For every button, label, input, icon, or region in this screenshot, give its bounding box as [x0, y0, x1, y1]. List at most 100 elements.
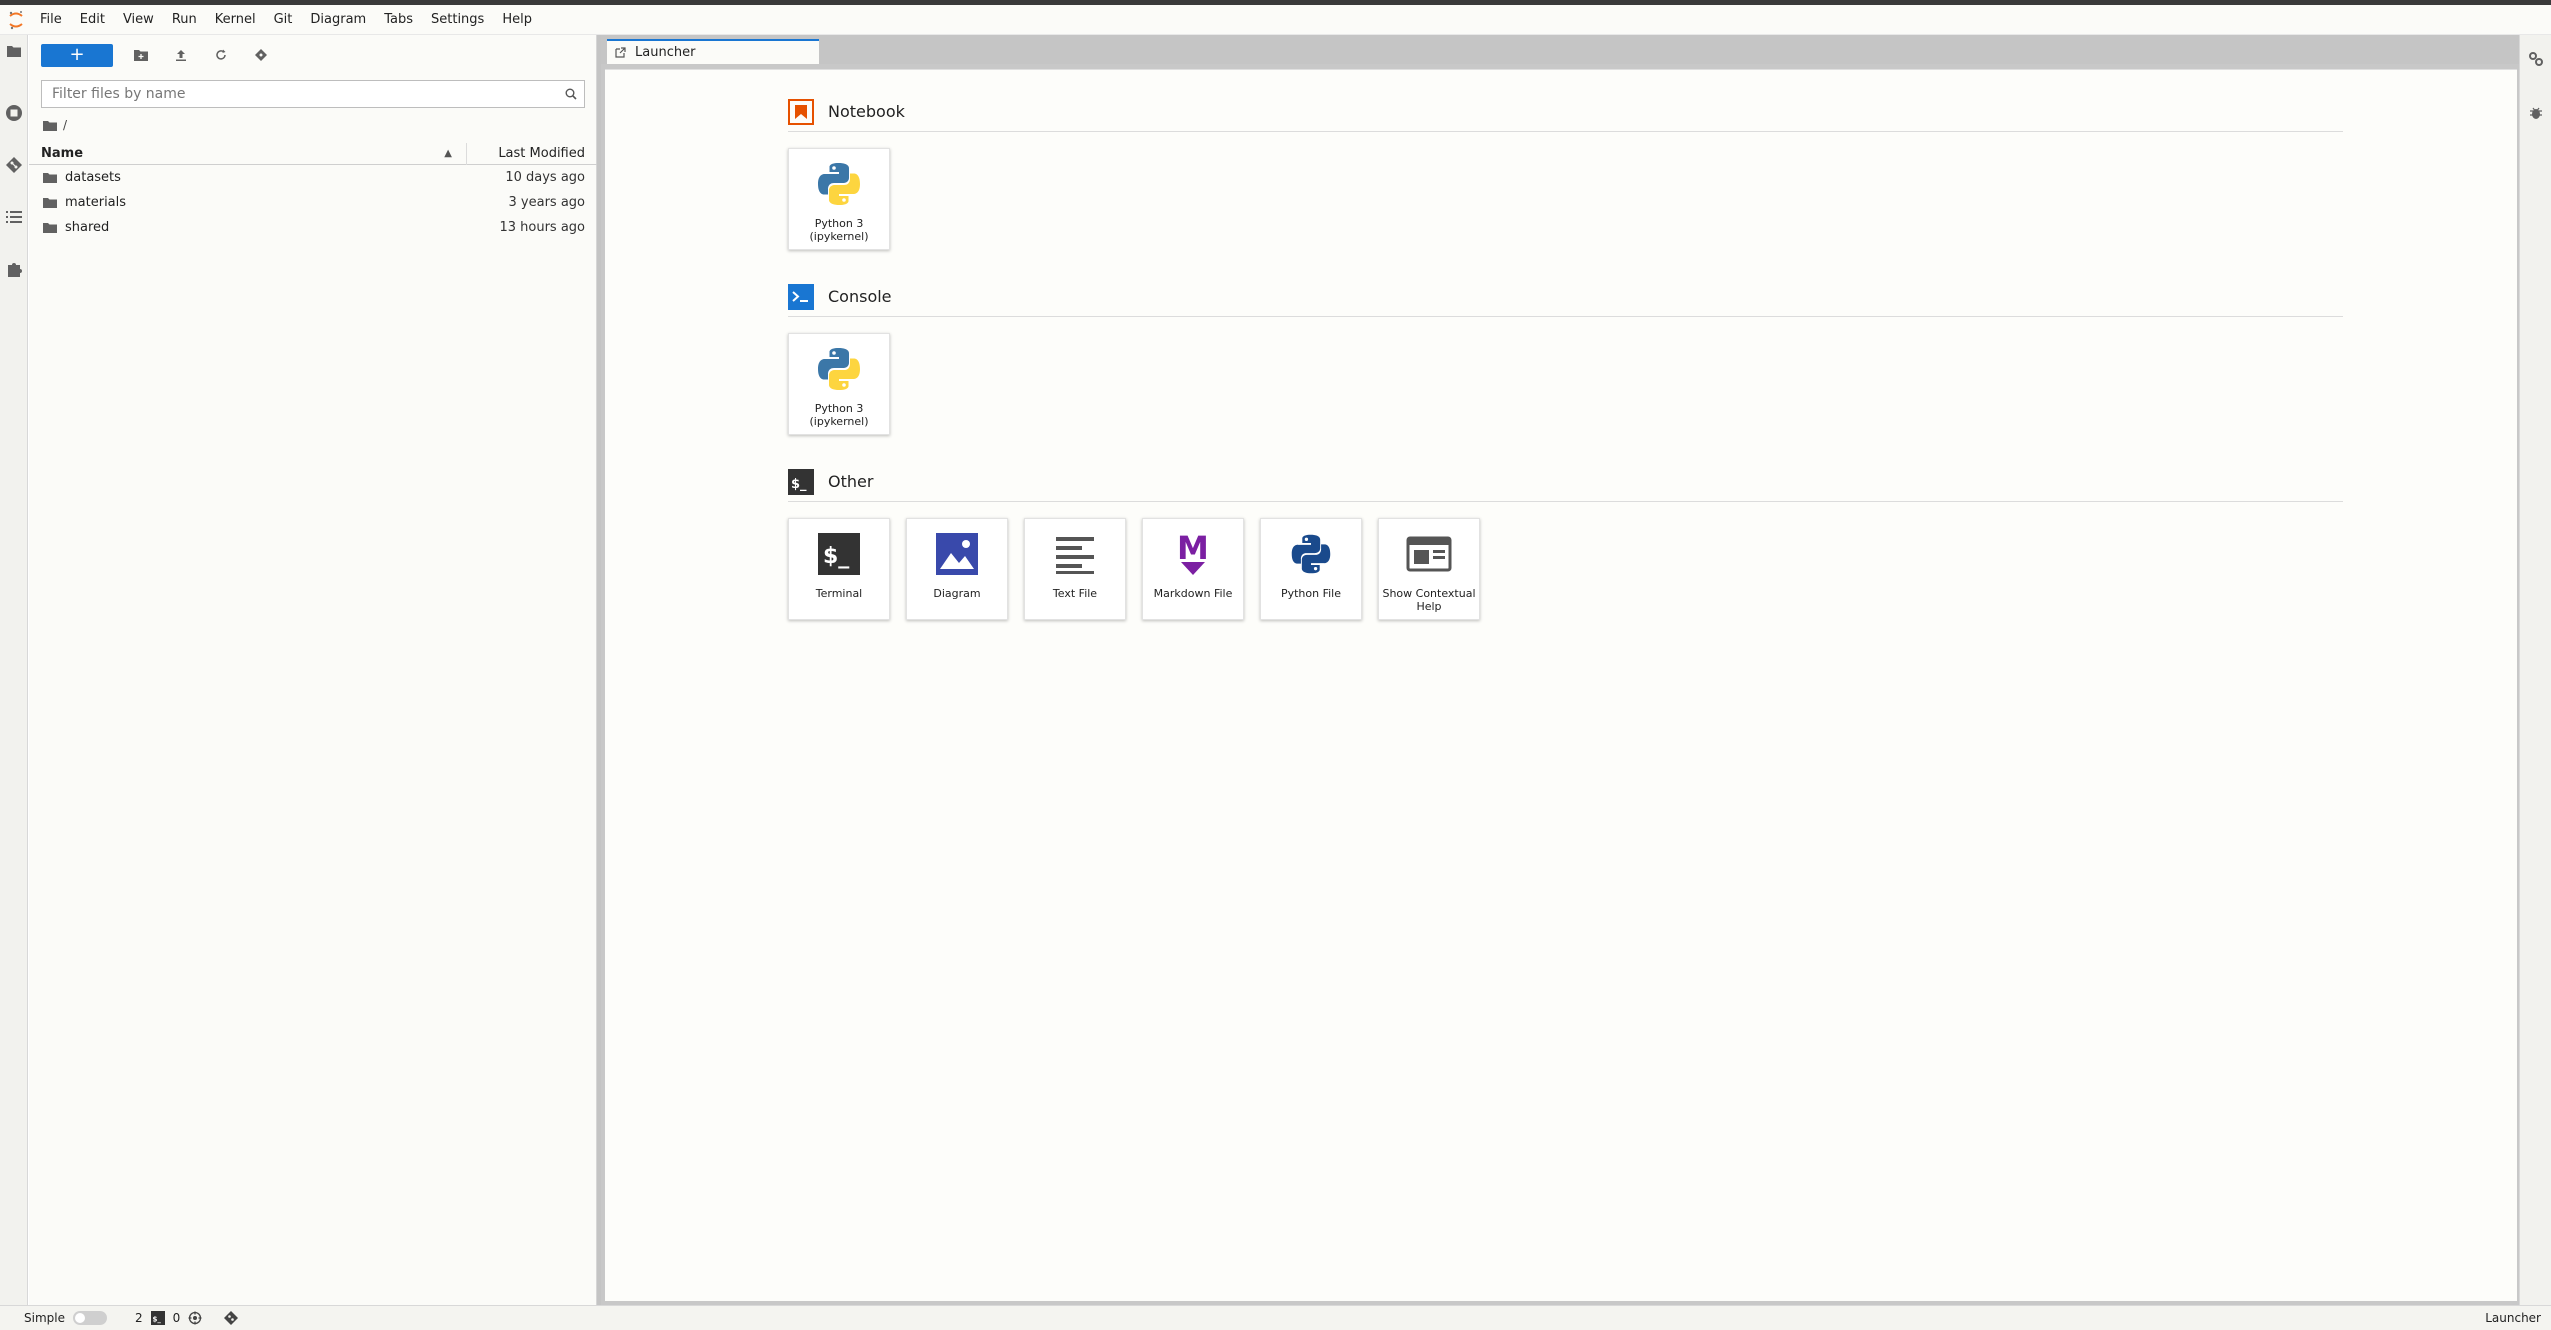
menu-tabs[interactable]: Tabs [375, 5, 422, 35]
menu-view[interactable]: View [114, 5, 163, 35]
launcher-card-terminal[interactable]: $_ Terminal [788, 518, 890, 620]
breadcrumb-root[interactable]: / [63, 118, 67, 132]
menu-git[interactable]: Git [265, 5, 302, 35]
file-browser-panel: + / Name ▲ Last Modified d [29, 35, 597, 1305]
file-name: datasets [65, 170, 121, 185]
new-launcher-button[interactable]: + [41, 43, 113, 67]
terminal-status-icon: $_ [150, 1311, 165, 1325]
upload-icon[interactable] [161, 43, 201, 67]
file-row-materials[interactable]: materials 3 years ago [29, 190, 597, 215]
menu-kernel[interactable]: Kernel [206, 5, 265, 35]
file-row-datasets[interactable]: datasets 10 days ago [29, 165, 597, 190]
file-name: materials [65, 195, 127, 210]
menu-edit[interactable]: Edit [71, 5, 114, 35]
running-sessions-icon[interactable] [4, 103, 24, 123]
search-icon [558, 81, 584, 107]
file-row-shared[interactable]: shared 13 hours ago [29, 215, 597, 240]
running-terminals-indicator[interactable]: 2 $_ 0 [135, 1311, 202, 1325]
menu-run[interactable]: Run [163, 5, 206, 35]
launcher-card-text-file[interactable]: Text File [1024, 518, 1126, 620]
card-label: Python 3 (ipykernel) [809, 217, 869, 243]
python-file-icon [1285, 528, 1337, 580]
table-of-contents-icon[interactable] [4, 207, 24, 227]
simple-mode-switch[interactable] [72, 1311, 107, 1325]
contextual-help-icon [1403, 528, 1455, 580]
text-file-icon [1049, 528, 1101, 580]
file-browser-toolbar: + [41, 43, 281, 67]
section-title: Other [828, 472, 874, 491]
launcher-card-python3-notebook[interactable]: Python 3 (ipykernel) [788, 148, 890, 250]
file-modified: 10 days ago [505, 170, 585, 185]
card-label: Terminal [815, 587, 863, 600]
menu-settings[interactable]: Settings [422, 5, 493, 35]
section-title: Notebook [828, 102, 905, 121]
launcher-card-markdown-file[interactable]: M Markdown File [1142, 518, 1244, 620]
menubar: File Edit View Run Kernel Git Diagram Ta… [0, 5, 2551, 35]
debugger-icon[interactable] [2526, 103, 2546, 123]
terminal-icon: $_ [788, 468, 814, 495]
terminals-count: 2 [134, 1311, 143, 1325]
tab-bar: Launcher [601, 35, 2519, 64]
launcher-card-contextual-help[interactable]: Show Contextual Help [1378, 518, 1480, 620]
file-modified: 13 hours ago [499, 220, 585, 235]
folder-icon [43, 172, 57, 184]
refresh-icon[interactable] [201, 43, 241, 67]
launcher-section-console: Console Python 3 (ipykernel) [788, 277, 2343, 435]
svg-text:$_: $_ [791, 477, 807, 492]
svg-text:$_: $_ [152, 1316, 161, 1324]
launcher-card-python3-console[interactable]: Python 3 (ipykernel) [788, 333, 890, 435]
left-sidebar-tabs [0, 35, 28, 1305]
menu-help[interactable]: Help [493, 5, 541, 35]
card-label: Text File [1052, 587, 1098, 600]
simple-mode-label: Simple [24, 1311, 65, 1325]
git-status-icon[interactable] [224, 1311, 239, 1325]
breadcrumb-home-folder-icon[interactable] [43, 120, 57, 131]
main-dock-area: Launcher Notebook Python 3 (ipykernel) C… [601, 35, 2519, 1305]
menu-file[interactable]: File [28, 5, 71, 35]
file-list-header: Name ▲ Last Modified [29, 142, 597, 165]
svg-text:M: M [1177, 531, 1209, 567]
card-label: Python 3 (ipykernel) [809, 402, 869, 428]
tab-label: Launcher [635, 45, 696, 60]
python-icon [813, 158, 865, 210]
launcher-section-notebook: Notebook Python 3 (ipykernel) [788, 92, 2343, 250]
card-label: Python File [1280, 587, 1342, 600]
launcher-card-diagram[interactable]: Diagram [906, 518, 1008, 620]
jupyter-logo-icon [4, 8, 28, 32]
terminal-icon: $_ [813, 528, 865, 580]
launcher-tab-icon [615, 46, 629, 60]
launcher-panel: Notebook Python 3 (ipykernel) Console Py… [605, 69, 2517, 1301]
git-clone-icon[interactable] [241, 43, 281, 67]
notebook-icon [788, 98, 814, 125]
python-icon [813, 343, 865, 395]
markdown-icon: M [1167, 528, 1219, 580]
launcher-section-other: $_ Other $_ Terminal Diagram Text File M… [788, 462, 2343, 620]
kernels-count: 0 [172, 1311, 181, 1325]
card-label: Markdown File [1153, 587, 1233, 600]
menu-diagram[interactable]: Diagram [301, 5, 375, 35]
right-sidebar-tabs [2519, 35, 2551, 1305]
filter-files-input[interactable] [42, 81, 558, 107]
svg-text:$_: $_ [823, 544, 849, 569]
section-title: Console [828, 287, 892, 306]
simple-mode-toggle[interactable]: Simple [24, 1311, 107, 1325]
extension-manager-icon[interactable] [4, 259, 24, 279]
breadcrumb: / [43, 115, 67, 135]
property-inspector-icon[interactable] [2526, 49, 2546, 69]
status-bar: Simple 2 $_ 0 Launcher [0, 1305, 2551, 1330]
console-icon [788, 283, 814, 310]
new-folder-icon[interactable] [121, 43, 161, 67]
file-browser-icon[interactable] [4, 41, 24, 61]
launcher-card-python-file[interactable]: Python File [1260, 518, 1362, 620]
folder-icon [43, 197, 57, 209]
card-label: Show Contextual Help [1382, 587, 1476, 613]
column-header-last-modified[interactable]: Last Modified [467, 143, 597, 165]
card-label: Diagram [933, 587, 981, 600]
git-icon[interactable] [4, 155, 24, 175]
filter-files-field [41, 80, 585, 108]
tab-launcher[interactable]: Launcher [607, 39, 819, 64]
current-activity-label: Launcher [2485, 1311, 2541, 1325]
diagram-icon [931, 528, 983, 580]
column-header-name[interactable]: Name ▲ [29, 142, 467, 165]
file-modified: 3 years ago [508, 195, 585, 210]
